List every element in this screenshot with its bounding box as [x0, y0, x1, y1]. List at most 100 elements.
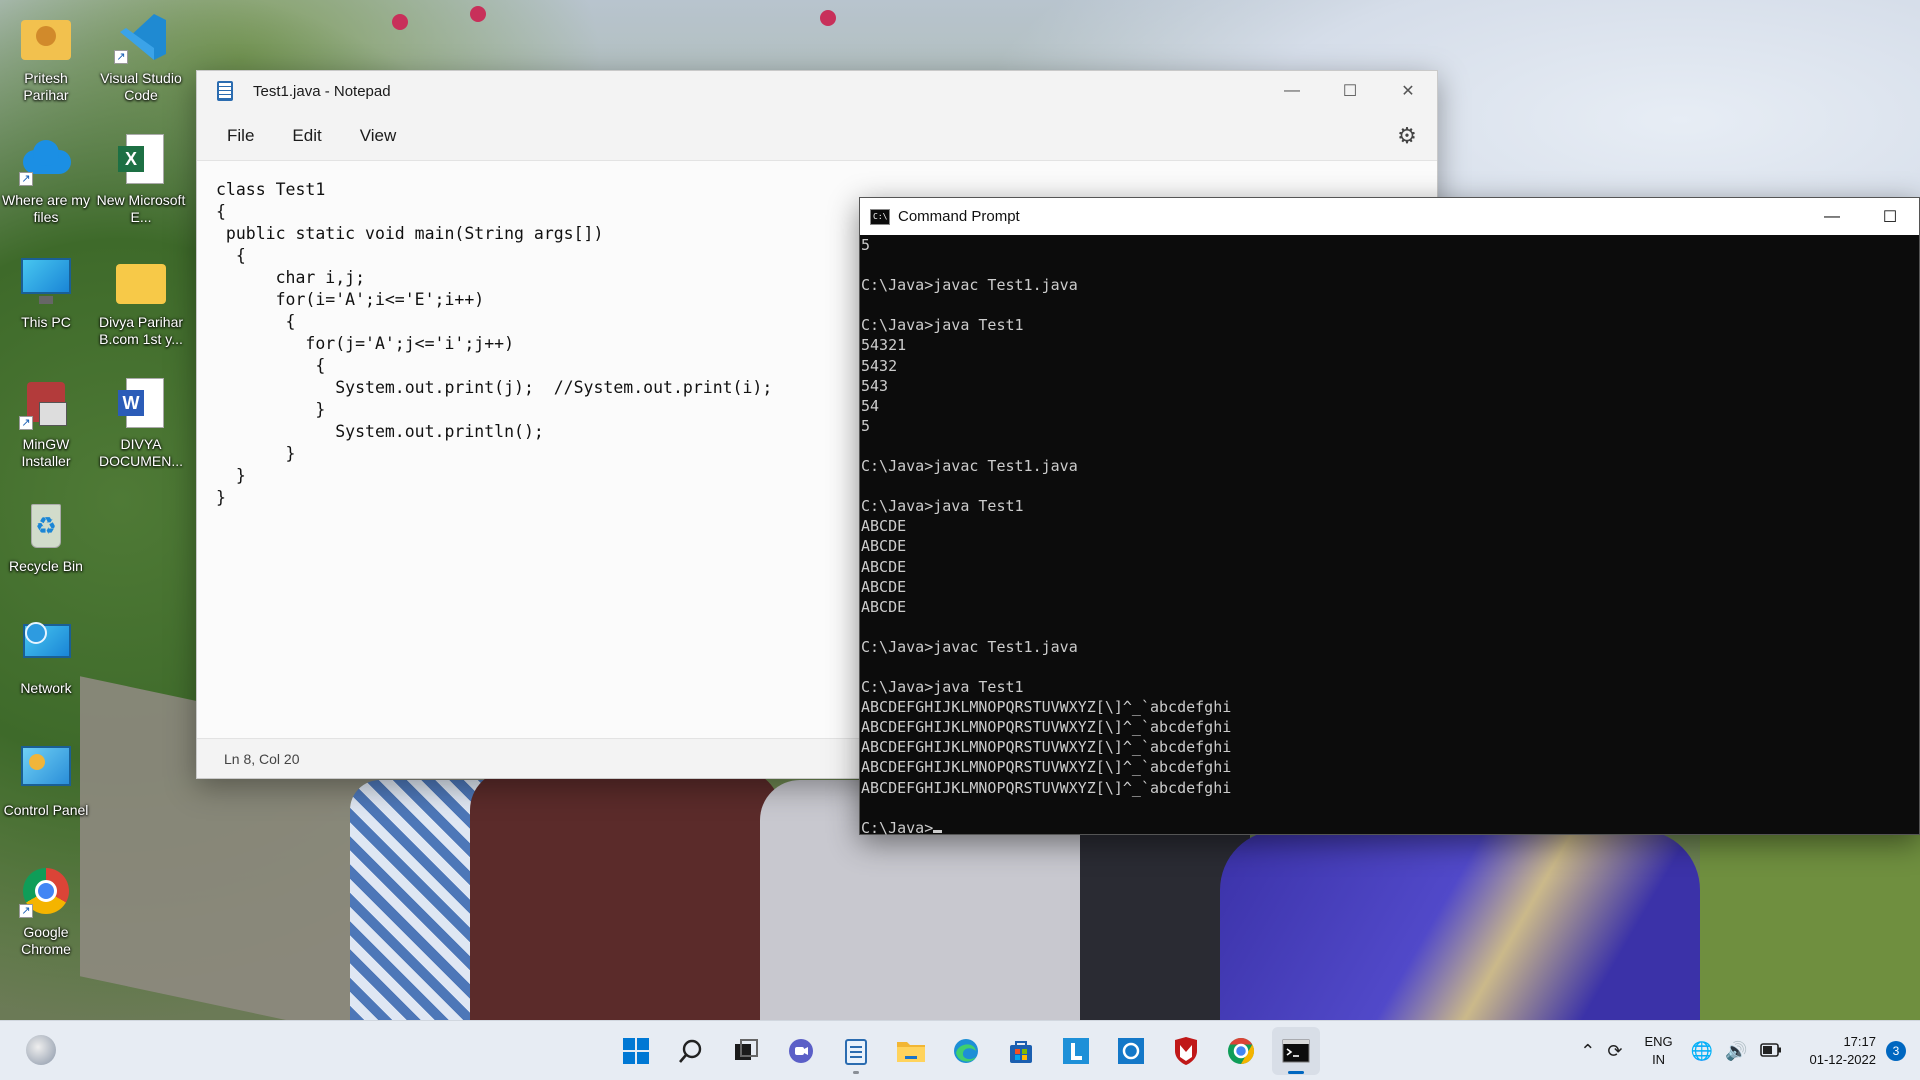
region-code: IN	[1652, 1052, 1666, 1067]
desktop-icon-chrome[interactable]: ↗ Google Chrome	[0, 864, 92, 958]
l-app-icon	[1063, 1038, 1089, 1064]
menu-edit[interactable]: Edit	[280, 120, 333, 152]
search-button[interactable]	[667, 1027, 715, 1075]
taskbar-command-prompt[interactable]	[1272, 1027, 1320, 1075]
menu-file[interactable]: File	[215, 120, 266, 152]
folder-icon	[114, 254, 168, 308]
user-folder-icon	[19, 10, 73, 64]
desktop-icon-label: Recycle Bin	[9, 558, 83, 574]
window-title: Command Prompt	[898, 208, 1020, 225]
taskbar-l-app[interactable]	[1052, 1027, 1100, 1075]
taskbar-file-explorer[interactable]	[887, 1027, 935, 1075]
taskbar-cortana[interactable]	[1107, 1027, 1155, 1075]
task-view-button[interactable]	[722, 1027, 770, 1075]
wallpaper-person	[470, 770, 780, 1020]
taskbar-mcafee[interactable]	[1162, 1027, 1210, 1075]
recycle-bin-icon: ♻	[19, 498, 73, 552]
clock-date: 01-12-2022	[1809, 1052, 1877, 1067]
cmd-titlebar[interactable]: C:\ Command Prompt — ☐	[860, 198, 1919, 235]
search-icon	[679, 1039, 702, 1063]
installer-icon: ↗	[19, 376, 73, 430]
wallpaper-grass	[1700, 830, 1920, 1020]
taskbar: ⌃ ⟳ ENG IN 🌐 🔊 17:17 01-12-2022 3	[0, 1020, 1920, 1080]
desktop-icon-label: Divya Parihar B.com 1st y...	[98, 314, 184, 347]
desktop-icon-label: Control Panel	[3, 802, 89, 818]
desktop-icon-recycle-bin[interactable]: ♻ Recycle Bin	[0, 498, 92, 575]
chrome-icon	[1228, 1037, 1255, 1065]
edge-icon	[954, 1039, 978, 1063]
notification-badge[interactable]: 3	[1886, 1041, 1906, 1061]
monitor-icon	[19, 254, 73, 308]
desktop-icon-this-pc[interactable]: This PC	[0, 254, 92, 331]
desktop-icon-label: Google Chrome	[21, 924, 71, 957]
word-icon: W	[114, 376, 168, 430]
desktop-icon-label: New Microsoft E...	[96, 192, 186, 225]
settings-gear-icon[interactable]: ⚙	[1395, 124, 1419, 148]
taskbar-notepad[interactable]	[832, 1027, 880, 1075]
menu-bar: File Edit View ⚙	[197, 111, 1437, 161]
control-panel-icon	[19, 742, 73, 796]
maximize-button[interactable]: ☐	[1861, 198, 1919, 235]
desktop-icon-control-panel[interactable]: Control Panel	[0, 742, 92, 819]
chat-icon	[789, 1039, 813, 1063]
desktop-icon-mingw[interactable]: ↗ MinGW Installer	[0, 376, 92, 470]
console-output[interactable]: 5 C:\Java>javac Test1.java C:\Java>java …	[860, 235, 1919, 835]
cortana-icon	[1118, 1038, 1144, 1064]
cursor-position: Ln 8, Col 20	[224, 750, 300, 767]
chevron-up-icon[interactable]: ⌃	[1580, 1041, 1595, 1062]
command-prompt-window[interactable]: C:\ Command Prompt — ☐ 5 C:\Java>javac T…	[859, 197, 1920, 835]
chat-button[interactable]	[777, 1027, 825, 1075]
menu-view[interactable]: View	[348, 120, 409, 152]
desktop-icon-label: Pritesh Parihar	[23, 70, 69, 103]
wallpaper-flower	[820, 10, 836, 26]
desktop-icon-label: Visual Studio Code	[100, 70, 182, 103]
desktop-icon-excel[interactable]: X New Microsoft E...	[95, 132, 187, 226]
desktop-icon-network[interactable]: Network	[0, 620, 92, 697]
desktop-icon-vscode[interactable]: ↗ Visual Studio Code	[95, 10, 187, 104]
desktop-icon-label: Network	[20, 680, 72, 696]
chrome-icon: ↗	[19, 864, 73, 918]
volume-icon[interactable]: 🔊	[1725, 1041, 1747, 1062]
terminal-icon: C:\	[870, 208, 890, 225]
close-button[interactable]: ✕	[1379, 71, 1437, 111]
desktop-icon-folder[interactable]: Divya Parihar B.com 1st y...	[95, 254, 187, 348]
clock[interactable]: 17:17 01-12-2022	[1810, 1033, 1877, 1069]
taskbar-chrome[interactable]	[1217, 1027, 1265, 1075]
notepad-icon	[845, 1039, 867, 1065]
wallpaper-flower	[470, 6, 486, 22]
battery-icon[interactable]	[1759, 1041, 1782, 1062]
taskbar-store[interactable]	[997, 1027, 1045, 1075]
mcafee-icon	[1175, 1037, 1197, 1065]
language-code: ENG	[1644, 1034, 1673, 1049]
weather-widget-icon[interactable]	[26, 1035, 56, 1065]
minimize-button[interactable]: —	[1803, 198, 1861, 235]
store-icon	[1010, 1041, 1032, 1063]
terminal-icon	[1282, 1039, 1310, 1063]
taskbar-apps	[612, 1027, 1327, 1075]
desktop-icon-label: DIVYA DOCUMEN...	[99, 436, 183, 469]
task-view-icon	[735, 1039, 758, 1060]
wallpaper-saree	[1220, 830, 1700, 1020]
desktop-icon-label: Where are my files	[2, 192, 90, 225]
wallpaper-flower	[392, 14, 408, 30]
system-tray: ⌃ ⟳ ENG IN 🌐 🔊 17:17 01-12-2022 3	[1574, 1021, 1920, 1080]
vscode-icon: ↗	[114, 10, 168, 64]
minimize-button[interactable]: —	[1263, 71, 1321, 111]
maximize-button[interactable]: ☐	[1321, 71, 1379, 111]
start-button[interactable]	[612, 1027, 660, 1075]
console-prompt: C:\Java>	[861, 818, 934, 835]
globe-network-icon[interactable]: 🌐	[1691, 1041, 1713, 1062]
sync-icon[interactable]: ⟳	[1607, 1041, 1622, 1062]
window-title: Test1.java - Notepad	[253, 82, 391, 100]
console-history: 5 C:\Java>javac Test1.java C:\Java>java …	[861, 236, 1232, 797]
desktop-icon-onedrive[interactable]: ↗ Where are my files	[0, 132, 92, 226]
start-icon	[623, 1038, 649, 1064]
desktop-icon-label: This PC	[21, 314, 71, 330]
file-explorer-icon	[897, 1042, 925, 1062]
language-indicator[interactable]: ENG IN	[1644, 1033, 1672, 1069]
text-cursor	[933, 829, 943, 833]
desktop-icon-user-folder[interactable]: Pritesh Parihar	[0, 10, 92, 104]
taskbar-edge[interactable]	[942, 1027, 990, 1075]
notepad-titlebar[interactable]: Test1.java - Notepad — ☐ ✕	[197, 71, 1437, 111]
desktop-icon-word[interactable]: W DIVYA DOCUMEN...	[95, 376, 187, 470]
